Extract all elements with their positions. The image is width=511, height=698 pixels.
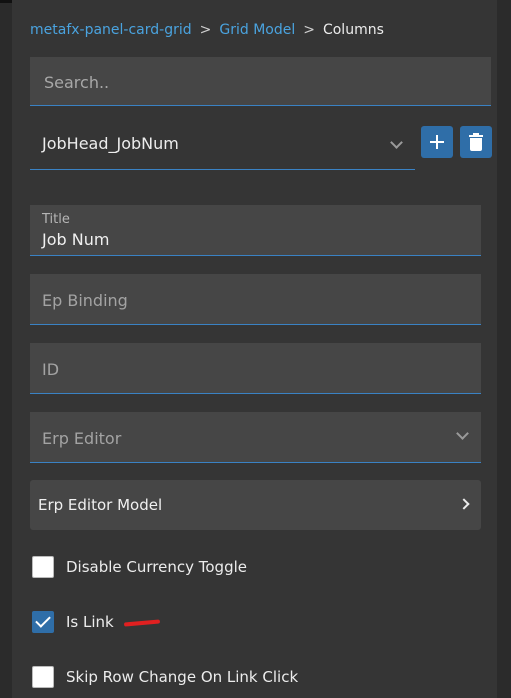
disable-currency-toggle-label: Disable Currency Toggle — [66, 558, 247, 576]
disable-currency-toggle-checkbox[interactable] — [32, 556, 54, 578]
breadcrumb-item-columns: Columns — [322, 22, 384, 38]
breadcrumb-separator: > — [303, 22, 315, 38]
erp-editor-model-row[interactable]: Erp Editor Model — [30, 480, 481, 530]
erp-editor-select[interactable]: Erp Editor — [30, 412, 481, 463]
add-column-button[interactable] — [421, 126, 453, 158]
skip-row-change-checkbox[interactable] — [32, 666, 54, 688]
breadcrumb-item-panel-card-grid[interactable]: metafx-panel-card-grid — [30, 22, 192, 38]
breadcrumb: metafx-panel-card-grid > Grid Model > Column… — [30, 20, 384, 40]
column-select-value: JobHead_JobNum — [42, 134, 179, 153]
delete-column-button[interactable] — [460, 126, 492, 158]
erp-editor-model-label: Erp Editor Model — [38, 496, 163, 514]
is-link-checkbox[interactable] — [32, 611, 54, 633]
left-rail — [0, 0, 12, 698]
scrollbar-track[interactable] — [497, 0, 511, 698]
title-field-label: Title — [42, 212, 70, 227]
breadcrumb-item-grid-model[interactable]: Grid Model — [219, 22, 295, 38]
title-field-value[interactable]: Job Num — [42, 230, 109, 249]
breadcrumb-separator: > — [199, 22, 212, 38]
id-placeholder: ID — [42, 360, 60, 379]
title-field[interactable]: Title Job Num — [30, 205, 481, 256]
column-select[interactable]: JobHead_JobNum — [30, 120, 415, 170]
search-input[interactable] — [42, 57, 486, 107]
is-link-label: Is Link — [66, 613, 114, 631]
chevron-down-icon — [456, 427, 469, 440]
ep-binding-placeholder: Ep Binding — [42, 291, 128, 310]
skip-row-change-label: Skip Row Change On Link Click — [66, 668, 299, 686]
chevron-right-icon — [458, 498, 470, 510]
chevron-down-icon — [390, 136, 403, 149]
erp-editor-placeholder: Erp Editor — [42, 429, 122, 448]
id-field[interactable]: ID — [30, 343, 481, 394]
ep-binding-field[interactable]: Ep Binding — [30, 274, 481, 325]
search-field — [30, 57, 491, 107]
